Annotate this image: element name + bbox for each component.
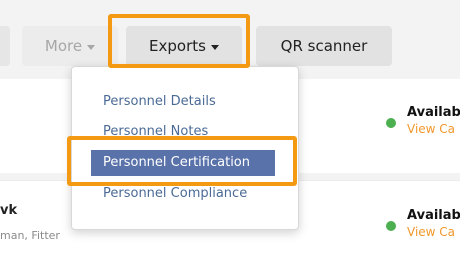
- view-link[interactable]: View Ca: [407, 225, 455, 239]
- menu-item-personnel-notes[interactable]: Personnel Notes: [91, 119, 220, 145]
- menu-item-personnel-details[interactable]: Personnel Details: [91, 89, 228, 115]
- caret-down-icon: [210, 44, 219, 50]
- person-name: vk: [0, 203, 18, 218]
- more-label: More: [44, 37, 83, 55]
- status-text: Availab: [407, 208, 460, 223]
- available-dot-icon: [386, 221, 396, 231]
- status-text: Availab: [407, 105, 460, 120]
- qr-scanner-button[interactable]: QR scanner: [256, 26, 392, 66]
- menu-item-personnel-compliance[interactable]: Personnel Compliance: [91, 181, 259, 207]
- toolbar-button-partial[interactable]: [0, 26, 10, 66]
- exports-label: Exports: [149, 37, 206, 55]
- more-button[interactable]: More: [22, 26, 118, 66]
- available-dot-icon: [386, 118, 396, 128]
- person-roles: man, Fitter: [0, 229, 60, 242]
- view-link[interactable]: View Ca: [407, 122, 455, 136]
- menu-item-personnel-certification[interactable]: Personnel Certification: [91, 150, 275, 176]
- qr-scanner-label: QR scanner: [280, 37, 368, 55]
- exports-button[interactable]: Exports: [126, 26, 242, 66]
- exports-dropdown-menu: Personnel Details Personnel Notes Person…: [71, 66, 299, 230]
- caret-down-icon: [87, 44, 96, 50]
